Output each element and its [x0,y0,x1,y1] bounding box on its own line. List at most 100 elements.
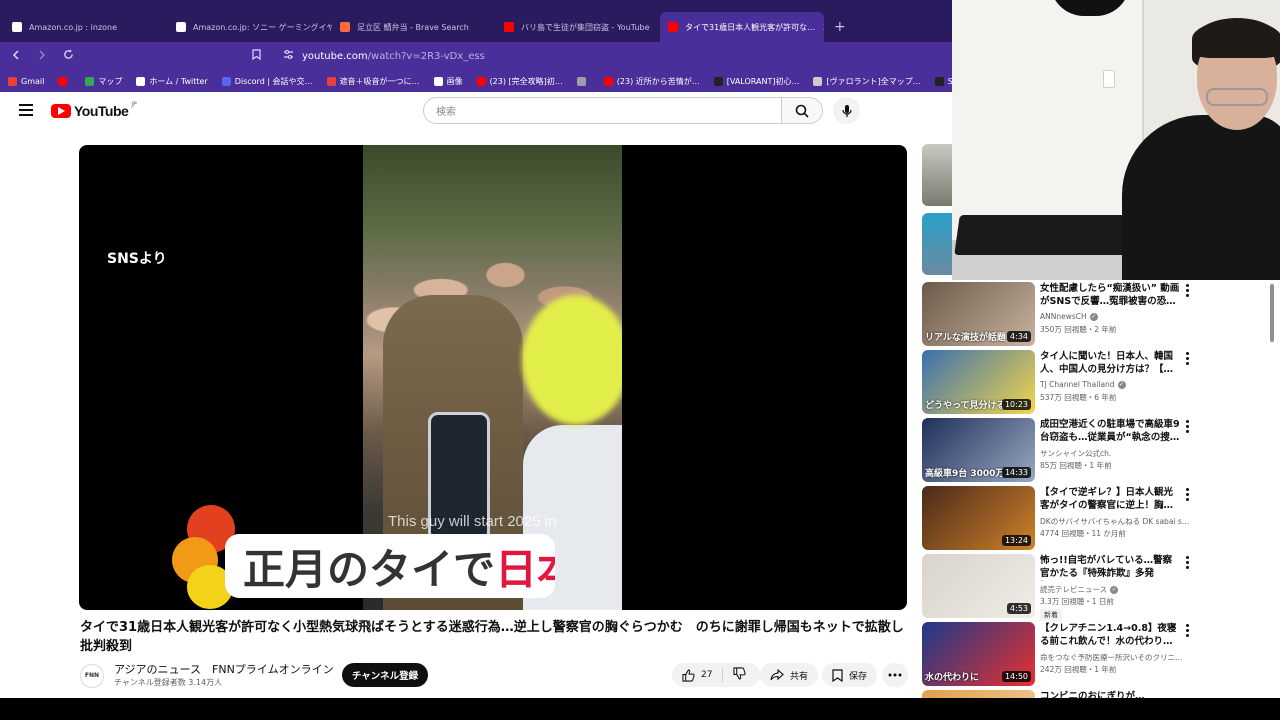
recommendation-meta: 537万 回視聴・6 年前 [1040,393,1117,402]
recommendation-thumbnail[interactable]: 高級車9台 3000万円以上14:33 [922,418,1035,482]
recommendation-item[interactable]: 4:53 怖っ!!自宅がバレている…警察官かたる『特殊詐欺』多発 知… 読売テレビニ… [922,554,1268,621]
recommendation-title[interactable]: 【クレアチニン1.4→0.8】夜寝る前これ飲んで！水の代わり… [1040,622,1180,648]
keyboard-image [954,215,1150,255]
recommendation-thumbnail[interactable]: リアルな演技が話題 4:34 [922,282,1035,346]
like-button[interactable]: 27 [682,668,712,682]
bookmark-icon[interactable] [252,49,261,63]
recommendation-title[interactable]: 成田空港近くの駐車場で高級車9台窃盗も…従業員が“執念の捜… [1040,418,1180,444]
more-vertical-icon[interactable] [1184,624,1190,637]
recommendation-channel[interactable]: DKのサバイサバイちゃんねる DK sabai s… [1040,516,1190,527]
new-tab-button[interactable]: + [824,12,856,42]
more-vertical-icon[interactable] [1184,556,1190,569]
channel-name[interactable]: アジアのニュース FNNプライムオンライン [114,661,334,677]
recommendation-meta: 85万 回視聴・1 年前 [1040,461,1112,470]
back-arrow-icon[interactable] [8,49,24,63]
bookmark-item[interactable] [58,76,71,86]
browser-tab[interactable]: バリ島で生徒が集団窃盗 - YouTube [496,12,660,42]
region-label: JP [131,101,137,108]
recommendation-thumbnail[interactable]: どうやって見分ける？10:23 [922,350,1035,414]
brave-favicon-icon [340,22,350,32]
bookmark-item[interactable]: [ヴァロラント]全マップ… [813,76,921,87]
recommendation-title[interactable]: 怖っ!!自宅がバレている…警察官かたる『特殊詐欺』多発 知… [1040,554,1180,581]
recommendation-channel[interactable]: ANNnewsCH ✓ [1040,312,1190,321]
bookmark-label: 遮音＋吸音が一つに… [339,76,420,86]
recommendation-item[interactable]: 13:24 【タイで逆ギレ？】日本人観光客がタイの警察官に逆上！胸… DKのサバイサ… [922,486,1268,550]
bookmark-item[interactable]: (23) 近所から苦情が… [603,76,700,87]
recommendation-title[interactable]: 【タイで逆ギレ？】日本人観光客がタイの警察官に逆上！胸… [1040,486,1180,512]
recommendation-thumbnail[interactable] [922,213,952,275]
bookmark-favicon-icon [85,76,95,86]
channel-name: サンシャイン公式ch. [1040,449,1112,458]
recommendation-thumbnail[interactable]: 水の代わりに 14:50 [922,622,1035,686]
channel-name: TJ Channel Thailand [1040,380,1115,389]
bookmark-favicon-icon [934,76,944,86]
subscribe-button[interactable]: チャンネル登録 [342,663,428,687]
bookmark-label: (23) 近所から苦情が… [616,76,700,86]
channel-name: ANNnewsCH [1040,312,1087,321]
recommendation-item[interactable]: どうやって見分ける？10:23タイ人に聞いた！日本人、韓国人、中国人の見分け方は… [922,350,1268,414]
recommendation-item[interactable]: 水の代わりに 14:50 【クレアチニン1.4→0.8】夜寝る前これ飲んで！水の代わ… [922,622,1268,686]
youtube-logo[interactable]: YouTube JP [51,101,137,119]
bookmark-item[interactable]: SteamDB [934,76,952,86]
recommendation-title[interactable]: 女性配慮したら“痴漢扱い” 動画がSNSで反響…冤罪被害の恐… [1040,282,1180,308]
bookmark-item[interactable]: Discord | 会話や交… [221,76,313,87]
youtube-favicon-icon [504,22,514,32]
address-bar[interactable]: youtube.com/watch?v=2R3-vDx_ess [252,49,485,63]
more-vertical-icon[interactable] [1184,420,1190,433]
site-info-icon[interactable] [283,50,294,62]
recommendation-thumbnail[interactable] [922,144,952,206]
bookmark-item[interactable]: (23) [完全攻略]初… [476,76,563,87]
more-vertical-icon[interactable] [1184,352,1190,365]
menu-icon[interactable] [19,104,33,116]
bookmark-item[interactable]: [VALORANT]初心… [713,76,799,87]
save-button[interactable]: 保存 [822,663,878,687]
recommendation-thumbnail[interactable]: 13:24 [922,486,1035,550]
recommendation-channel[interactable]: 命をつなぐ予防医療ー所沢いそのクリニ… [1040,652,1190,663]
scrollbar-thumb[interactable] [1270,284,1274,342]
channel-name: 読売テレビニュース [1040,585,1108,594]
recommendation-item[interactable]: リアルな演技が話題 4:34 女性配慮したら“痴漢扱い” 動画がSNSで反響…冤罪被… [922,282,1268,346]
browser-tab-active[interactable]: タイで31歳日本人観光客が許可な… × [660,12,824,42]
share-button[interactable]: 共有 [760,663,819,687]
more-vertical-icon[interactable] [1184,284,1190,297]
bookmark-item[interactable] [576,76,590,86]
video-player[interactable]: SNSより This guy will start 2025 in 正月のタイで… [79,145,907,610]
bookmark-favicon-icon [576,76,586,86]
verified-check-icon: ✓ [1089,313,1098,321]
recommendation-title[interactable]: タイ人に聞いた！日本人、韓国人、中国人の見分け方は？【… [1040,350,1180,376]
bookmark-favicon-icon [8,76,17,86]
save-icon [832,668,843,682]
recommendation-channel[interactable]: サンシャイン公式ch. [1040,448,1190,459]
video-duration: 14:33 [1001,467,1031,478]
dislike-button[interactable] [733,667,747,683]
browser-tab[interactable]: Amazon.co.jp : inzone [4,12,168,42]
channel-avatar[interactable]: FNN [80,664,104,688]
verified-check-icon: ✓ [1117,381,1126,389]
reload-icon[interactable] [60,49,76,63]
search-input[interactable]: 検索 [423,97,782,124]
search-button[interactable] [781,97,823,124]
recommendation-channel[interactable]: TJ Channel Thailand ✓ [1040,380,1190,389]
browser-tab[interactable]: Amazon.co.jp: ソニー ゲーミングイヤホン I… [168,12,332,42]
bookmark-item[interactable]: Gmail [8,76,44,86]
bookmark-item[interactable]: マップ [85,76,122,87]
more-actions-button[interactable] [882,663,908,687]
source-label: SNSより [107,251,167,267]
streamer-body [1122,115,1280,280]
bookmark-item[interactable]: 遮音＋吸音が一つに… [326,76,420,87]
thumbnail-text: 高級車9台 3000万円以上 [925,469,1005,479]
youtube-header: YouTube JP 検索 [0,92,952,130]
scrollbar[interactable] [1268,280,1276,698]
recommendation-thumbnail[interactable]: 4:53 [922,554,1035,618]
bookmark-item[interactable]: ホーム / Twitter [136,76,208,87]
caption-main: 正月のタイで [243,544,496,594]
browser-tab-bar: Amazon.co.jp : inzone Amazon.co.jp: ソニー … [0,0,952,42]
voice-search-button[interactable] [833,97,860,124]
forward-arrow-icon[interactable] [34,49,50,63]
browser-tab[interactable]: 足立区 鯖弁当 - Brave Search [332,12,496,42]
bookmark-item[interactable]: 画像 [433,76,463,87]
recommendation-channel[interactable]: 読売テレビニュース ✓ [1040,584,1190,595]
more-vertical-icon[interactable] [1184,488,1190,501]
video-title: タイで31歳日本人観光客が許可なく小型熱気球飛ばそうとする迷惑行為…逆上し警察官… [80,620,904,654]
recommendation-item[interactable]: 高級車9台 3000万円以上14:33成田空港近くの駐車場で高級車9台窃盗も…従… [922,418,1268,482]
